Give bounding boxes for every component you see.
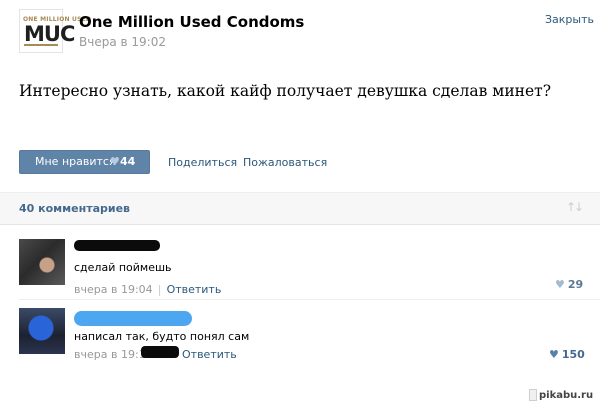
report-link[interactable]: Пожаловаться: [243, 156, 327, 169]
commenter-avatar[interactable]: [19, 239, 65, 285]
meta-separator: |: [157, 283, 162, 296]
logo-underline: [24, 44, 58, 46]
group-name[interactable]: One Million Used Condoms: [79, 13, 304, 31]
comment-like-button[interactable]: ♥ 29: [555, 278, 583, 291]
close-link[interactable]: Закрыть: [545, 13, 594, 26]
comment-time[interactable]: вчера в 19:04: [74, 283, 153, 296]
comments-count[interactable]: 40 комментариев: [19, 202, 130, 215]
heart-icon: ♥: [555, 278, 565, 291]
watermark-text: pikabu.ru: [539, 390, 594, 401]
group-avatar-logo[interactable]: ONE MILLION USED MUC: [19, 9, 91, 53]
watermark-icon: [529, 389, 537, 401]
comment-like-button[interactable]: ♥ 150: [549, 348, 585, 361]
sort-arrows-icon[interactable]: ↑↓: [566, 200, 584, 214]
post-time[interactable]: Вчера в 19:02: [79, 35, 166, 49]
comment-divider: [19, 299, 600, 300]
share-link[interactable]: Поделиться: [168, 156, 237, 169]
reply-link[interactable]: Ответить: [167, 283, 222, 296]
heart-icon: ♥: [549, 348, 559, 361]
comment-meta: вчера в 19:04 | Ответить: [74, 278, 221, 297]
comment-like-count: 150: [561, 348, 585, 361]
logo-main-text: MUC: [24, 22, 75, 46]
redacted-commenter-name: [74, 240, 160, 251]
comment-text: написал так, будто понял сам: [74, 330, 250, 343]
reply-link[interactable]: Ответить: [182, 348, 237, 361]
commenter-avatar[interactable]: [19, 308, 65, 354]
redacted-commenter-name: [74, 311, 192, 326]
redacted-time-detail: [141, 346, 179, 358]
like-button-label: Мне нравится: [35, 155, 116, 168]
like-count: 44: [120, 155, 136, 168]
comment-like-count: 29: [567, 278, 584, 291]
like-button[interactable]: Мне нравится ♥ 44: [19, 150, 150, 174]
post-text: Интересно узнать, какой кайф получает де…: [19, 82, 552, 100]
comment-text: сделай поймешь: [74, 261, 172, 274]
heart-icon: ♥: [110, 155, 120, 168]
watermark: pikabu.ru: [529, 389, 594, 401]
